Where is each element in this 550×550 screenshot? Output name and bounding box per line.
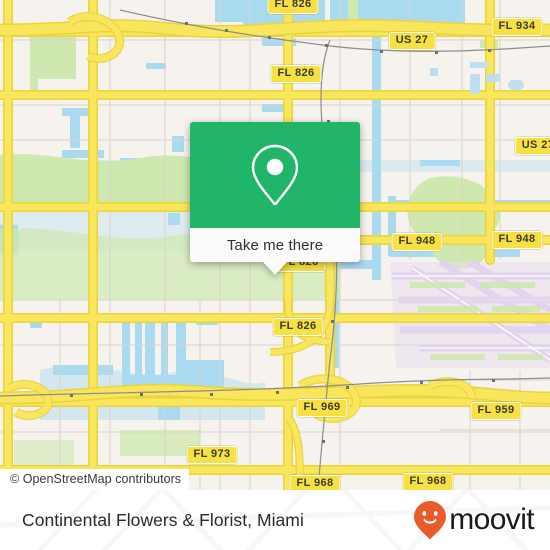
road-shield: FL 826 (267, 0, 319, 14)
road-shield: FL 959 (470, 402, 522, 420)
road-shield: FL 948 (491, 231, 543, 249)
road-shield: FL 968 (402, 473, 454, 490)
road-shield: FL 948 (391, 233, 443, 251)
moovit-brand[interactable]: moovit (413, 500, 535, 540)
moovit-wordmark: moovit (449, 503, 534, 536)
popup-header (190, 122, 360, 228)
road-shield: FL 826 (270, 65, 322, 83)
moovit-smiley-pin-icon (414, 501, 447, 539)
map-pin-icon (251, 144, 299, 206)
footer-bar: Continental Flowers & Florist, Miami moo… (0, 490, 550, 550)
road-shield: US 27 (388, 32, 436, 50)
map-canvas[interactable]: FL 826 FL 934 US 27 FL 826 US 27 FL 948 FL 948… (0, 0, 550, 490)
take-me-there-button[interactable]: Take me there (190, 228, 360, 275)
osm-attribution[interactable]: © OpenStreetMap contributors (0, 469, 190, 490)
road-shield: FL 934 (491, 18, 543, 36)
road-shield: FL 826 (272, 318, 324, 336)
road-shield: FL 969 (296, 399, 348, 417)
road-shield: FL 973 (186, 446, 238, 464)
location-popup[interactable]: Take me there (190, 122, 360, 275)
road-shield: US 27 (514, 137, 550, 155)
take-me-there-label: Take me there (226, 236, 324, 254)
map-result-page: FL 826 FL 934 US 27 FL 826 US 27 FL 948 FL 948… (0, 0, 550, 550)
road-shield: FL 968 (289, 475, 341, 490)
popup-tail (263, 262, 287, 275)
page-title: Continental Flowers & Florist, Miami (22, 509, 304, 530)
